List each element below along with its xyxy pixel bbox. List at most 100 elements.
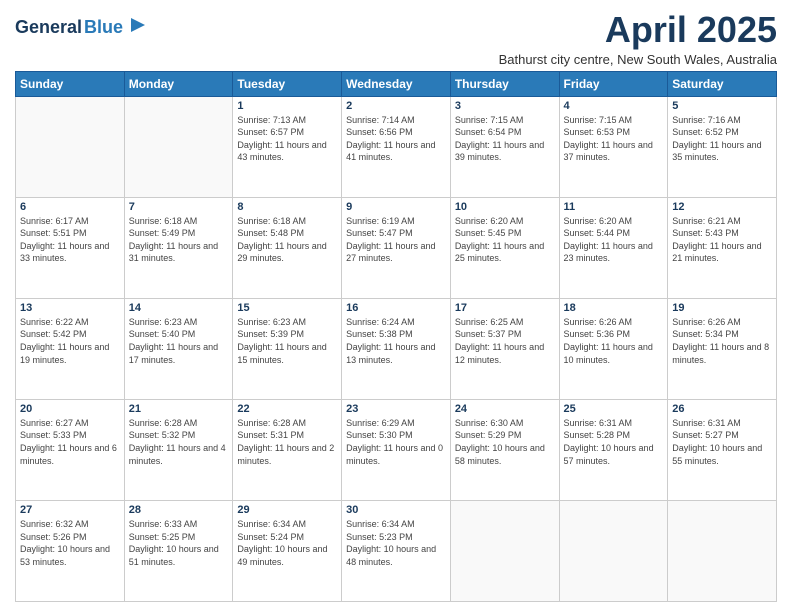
day-number: 8 bbox=[237, 201, 337, 213]
calendar-cell: 20Sunrise: 6:27 AM Sunset: 5:33 PM Dayli… bbox=[16, 399, 125, 500]
calendar-cell: 3 Sunrise: 7:15 AM Sunset: 6:54 PM Daylig… bbox=[450, 96, 559, 197]
calendar-cell bbox=[668, 500, 777, 601]
day-info: Sunrise: 6:34 AM Sunset: 5:23 PM Dayligh… bbox=[346, 518, 446, 568]
col-friday: Friday bbox=[559, 71, 668, 96]
calendar-cell: 2 Sunrise: 7:14 AM Sunset: 6:56 PM Daylig… bbox=[342, 96, 451, 197]
day-number: 24 bbox=[455, 403, 555, 415]
day-number: 15 bbox=[237, 302, 337, 314]
subtitle: Bathurst city centre, New South Wales, A… bbox=[499, 52, 777, 67]
day-number: 16 bbox=[346, 302, 446, 314]
calendar-cell: 25 Sunrise: 6:31 AM Sunset: 5:28 PM Dayli… bbox=[559, 399, 668, 500]
day-number: 18 bbox=[564, 302, 664, 314]
day-info: Sunrise: 6:19 AM Sunset: 5:47 PM Dayligh… bbox=[346, 215, 446, 265]
day-info: Sunrise: 6:31 AM Sunset: 5:27 PM Dayligh… bbox=[672, 417, 772, 467]
logo-line1: GeneralBlue bbox=[15, 18, 123, 38]
day-info: Sunrise: 6:22 AM Sunset: 5:42 PM Dayligh… bbox=[20, 316, 120, 366]
calendar-cell: 26 Sunrise: 6:31 AM Sunset: 5:27 PM Dayli… bbox=[668, 399, 777, 500]
calendar-cell bbox=[16, 96, 125, 197]
calendar-cell: 30 Sunrise: 6:34 AM Sunset: 5:23 PM Dayli… bbox=[342, 500, 451, 601]
day-number: 19 bbox=[672, 302, 772, 314]
day-info: Sunrise: 6:29 AM Sunset: 5:30 PM Dayligh… bbox=[346, 417, 446, 467]
day-number: 9 bbox=[346, 201, 446, 213]
day-number: 23 bbox=[346, 403, 446, 415]
col-monday: Monday bbox=[124, 71, 233, 96]
day-number: 22 bbox=[237, 403, 337, 415]
day-number: 4 bbox=[564, 100, 664, 112]
day-number: 2 bbox=[346, 100, 446, 112]
calendar-cell: 21 Sunrise: 6:28 AM Sunset: 5:32 PM Dayli… bbox=[124, 399, 233, 500]
day-number: 25 bbox=[564, 403, 664, 415]
calendar-cell bbox=[450, 500, 559, 601]
day-number: 26 bbox=[672, 403, 772, 415]
day-number: 13 bbox=[20, 302, 120, 314]
calendar-cell bbox=[559, 500, 668, 601]
calendar-cell: 1Sunrise: 7:13 AM Sunset: 6:57 PM Daylig… bbox=[233, 96, 342, 197]
calendar-cell: 28 Sunrise: 6:33 AM Sunset: 5:25 PM Dayli… bbox=[124, 500, 233, 601]
day-number: 21 bbox=[129, 403, 229, 415]
day-info: Sunrise: 6:31 AM Sunset: 5:28 PM Dayligh… bbox=[564, 417, 664, 467]
day-info: Sunrise: 6:23 AM Sunset: 5:39 PM Dayligh… bbox=[237, 316, 337, 366]
calendar-cell: 18 Sunrise: 6:26 AM Sunset: 5:36 PM Dayli… bbox=[559, 298, 668, 399]
day-number: 28 bbox=[129, 504, 229, 516]
calendar-table: Sunday Monday Tuesday Wednesday Thursday… bbox=[15, 71, 777, 602]
day-info: Sunrise: 7:15 AM Sunset: 6:54 PM Dayligh… bbox=[455, 114, 555, 164]
day-number: 10 bbox=[455, 201, 555, 213]
calendar-cell: 23 Sunrise: 6:29 AM Sunset: 5:30 PM Dayli… bbox=[342, 399, 451, 500]
calendar-week-1: 1Sunrise: 7:13 AM Sunset: 6:57 PM Daylig… bbox=[16, 96, 777, 197]
day-info: Sunrise: 6:26 AM Sunset: 5:34 PM Dayligh… bbox=[672, 316, 772, 366]
calendar-cell: 9 Sunrise: 6:19 AM Sunset: 5:47 PM Daylig… bbox=[342, 197, 451, 298]
calendar-cell: 7Sunrise: 6:18 AM Sunset: 5:49 PM Daylig… bbox=[124, 197, 233, 298]
day-info: Sunrise: 6:18 AM Sunset: 5:48 PM Dayligh… bbox=[237, 215, 337, 265]
day-info: Sunrise: 7:16 AM Sunset: 6:52 PM Dayligh… bbox=[672, 114, 772, 164]
calendar-header-row: Sunday Monday Tuesday Wednesday Thursday… bbox=[16, 71, 777, 96]
calendar-cell: 6 Sunrise: 6:17 AM Sunset: 5:51 PM Daylig… bbox=[16, 197, 125, 298]
calendar-cell: 24Sunrise: 6:30 AM Sunset: 5:29 PM Dayli… bbox=[450, 399, 559, 500]
day-number: 3 bbox=[455, 100, 555, 112]
day-info: Sunrise: 6:17 AM Sunset: 5:51 PM Dayligh… bbox=[20, 215, 120, 265]
day-number: 30 bbox=[346, 504, 446, 516]
calendar-week-4: 20Sunrise: 6:27 AM Sunset: 5:33 PM Dayli… bbox=[16, 399, 777, 500]
day-number: 14 bbox=[129, 302, 229, 314]
calendar-cell: 29Sunrise: 6:34 AM Sunset: 5:24 PM Dayli… bbox=[233, 500, 342, 601]
col-wednesday: Wednesday bbox=[342, 71, 451, 96]
month-title: April 2025 bbox=[499, 10, 777, 50]
calendar-cell bbox=[124, 96, 233, 197]
calendar-week-3: 13 Sunrise: 6:22 AM Sunset: 5:42 PM Dayli… bbox=[16, 298, 777, 399]
day-number: 6 bbox=[20, 201, 120, 213]
day-info: Sunrise: 6:28 AM Sunset: 5:32 PM Dayligh… bbox=[129, 417, 229, 467]
logo-arrow-icon bbox=[127, 14, 149, 36]
day-number: 17 bbox=[455, 302, 555, 314]
calendar-week-5: 27Sunrise: 6:32 AM Sunset: 5:26 PM Dayli… bbox=[16, 500, 777, 601]
day-number: 5 bbox=[672, 100, 772, 112]
day-info: Sunrise: 6:28 AM Sunset: 5:31 PM Dayligh… bbox=[237, 417, 337, 467]
calendar-cell: 12Sunrise: 6:21 AM Sunset: 5:43 PM Dayli… bbox=[668, 197, 777, 298]
calendar-cell: 14 Sunrise: 6:23 AM Sunset: 5:40 PM Dayli… bbox=[124, 298, 233, 399]
day-number: 12 bbox=[672, 201, 772, 213]
day-info: Sunrise: 6:34 AM Sunset: 5:24 PM Dayligh… bbox=[237, 518, 337, 568]
calendar-week-2: 6 Sunrise: 6:17 AM Sunset: 5:51 PM Daylig… bbox=[16, 197, 777, 298]
day-info: Sunrise: 6:25 AM Sunset: 5:37 PM Dayligh… bbox=[455, 316, 555, 366]
col-sunday: Sunday bbox=[16, 71, 125, 96]
day-info: Sunrise: 6:20 AM Sunset: 5:45 PM Dayligh… bbox=[455, 215, 555, 265]
calendar-cell: 8 Sunrise: 6:18 AM Sunset: 5:48 PM Daylig… bbox=[233, 197, 342, 298]
calendar-cell: 5 Sunrise: 7:16 AM Sunset: 6:52 PM Daylig… bbox=[668, 96, 777, 197]
calendar-cell: 19 Sunrise: 6:26 AM Sunset: 5:34 PM Dayli… bbox=[668, 298, 777, 399]
calendar-cell: 10 Sunrise: 6:20 AM Sunset: 5:45 PM Dayli… bbox=[450, 197, 559, 298]
title-block: April 2025 Bathurst city centre, New Sou… bbox=[499, 10, 777, 67]
day-info: Sunrise: 6:33 AM Sunset: 5:25 PM Dayligh… bbox=[129, 518, 229, 568]
day-info: Sunrise: 7:14 AM Sunset: 6:56 PM Dayligh… bbox=[346, 114, 446, 164]
day-number: 20 bbox=[20, 403, 120, 415]
day-number: 27 bbox=[20, 504, 120, 516]
calendar-cell: 11Sunrise: 6:20 AM Sunset: 5:44 PM Dayli… bbox=[559, 197, 668, 298]
day-info: Sunrise: 6:23 AM Sunset: 5:40 PM Dayligh… bbox=[129, 316, 229, 366]
day-number: 1 bbox=[237, 100, 337, 112]
col-tuesday: Tuesday bbox=[233, 71, 342, 96]
calendar-cell: 17 Sunrise: 6:25 AM Sunset: 5:37 PM Dayli… bbox=[450, 298, 559, 399]
day-number: 7 bbox=[129, 201, 229, 213]
day-info: Sunrise: 6:20 AM Sunset: 5:44 PM Dayligh… bbox=[564, 215, 664, 265]
page: GeneralBlue April 2025 Bathurst city cen… bbox=[0, 0, 792, 612]
calendar-cell: 4Sunrise: 7:15 AM Sunset: 6:53 PM Daylig… bbox=[559, 96, 668, 197]
calendar-cell: 22 Sunrise: 6:28 AM Sunset: 5:31 PM Dayli… bbox=[233, 399, 342, 500]
day-info: Sunrise: 6:26 AM Sunset: 5:36 PM Dayligh… bbox=[564, 316, 664, 366]
logo: GeneralBlue bbox=[15, 14, 149, 41]
